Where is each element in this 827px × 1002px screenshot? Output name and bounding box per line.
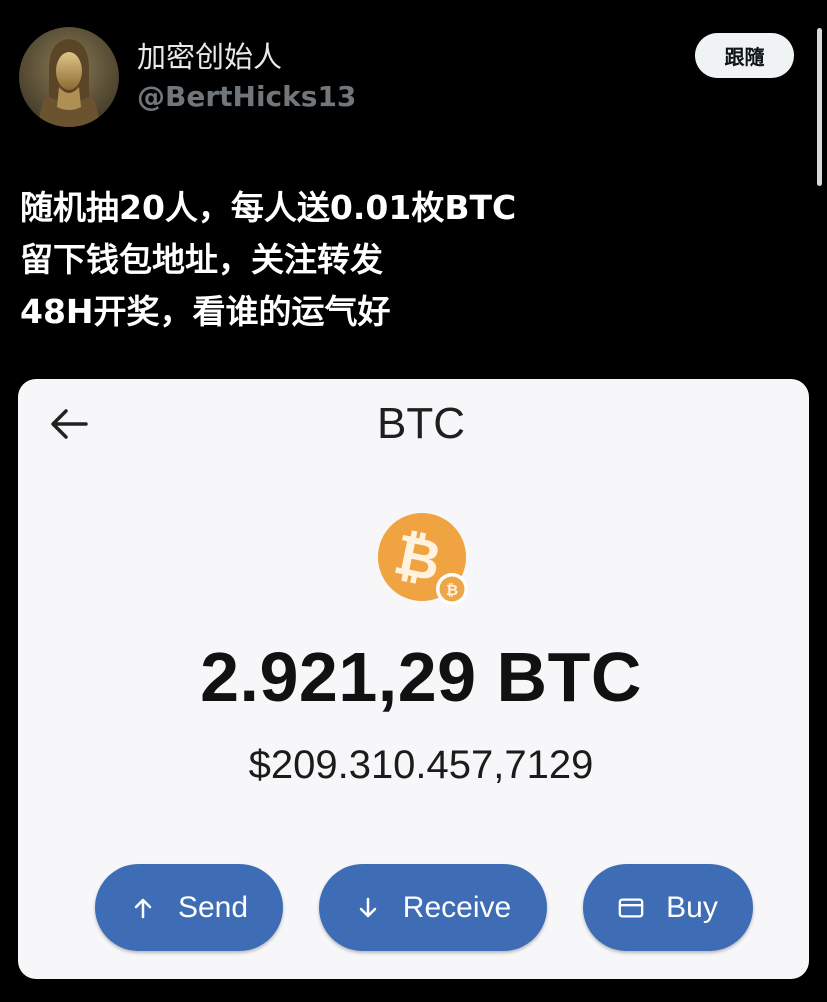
avatar-image [19, 27, 119, 127]
attached-wallet-screenshot[interactable]: BTC ₿ ₿ 2.921,29 BTC $209.310.457,7129 S… [18, 379, 809, 979]
fiat-balance: $209.310.457,7129 [248, 743, 594, 787]
arrow-down-icon [355, 895, 381, 921]
arrow-up-icon [130, 895, 156, 921]
follow-button[interactable]: 跟隨 [695, 33, 794, 78]
display-name[interactable]: 加密创始人 [137, 34, 282, 76]
receive-button[interactable]: Receive [319, 864, 547, 951]
btc-balance: 2.921,29 BTC [200, 638, 642, 716]
tweet-line: 留下钱包地址，关注转发 [20, 240, 383, 279]
avatar[interactable] [19, 27, 119, 127]
svg-text:₿: ₿ [446, 581, 458, 599]
tweet-line: 随机抽20人，每人送0.01枚BTC [20, 188, 517, 227]
tweet-line: 48H开奖，看谁的运气好 [20, 292, 391, 331]
send-label: Send [177, 890, 249, 924]
scrollbar[interactable] [817, 28, 822, 186]
credit-card-icon [618, 895, 644, 921]
send-button[interactable]: Send [95, 864, 283, 951]
buy-label: Buy [666, 890, 718, 924]
tweet-text: 随机抽20人，每人送0.01枚BTC 留下钱包地址，关注转发 48H开奖，看谁的… [20, 182, 516, 338]
bitcoin-icon: ₿ ₿ [378, 513, 472, 607]
buy-button[interactable]: Buy [583, 864, 753, 951]
receive-label: Receive [402, 890, 512, 924]
user-handle[interactable]: @BertHicks13 [137, 80, 356, 113]
wallet-title: BTC [377, 399, 465, 448]
